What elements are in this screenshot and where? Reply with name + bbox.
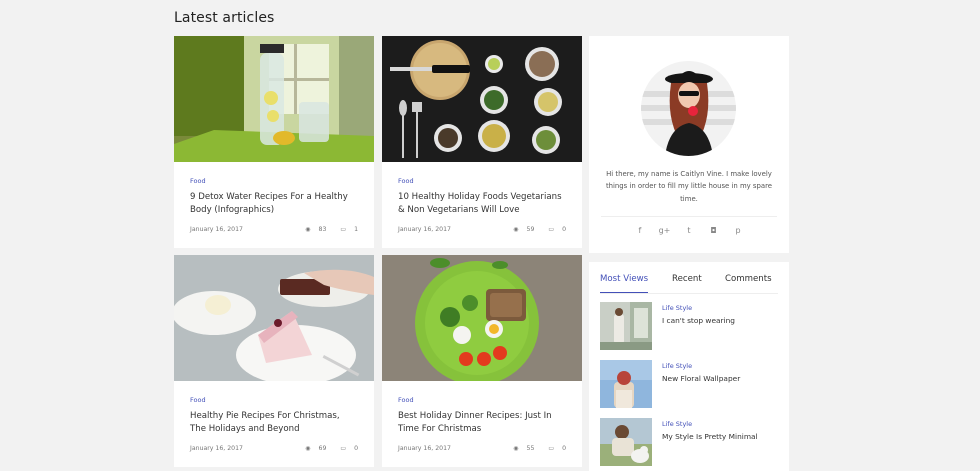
article-date: January 16, 2017 [398, 226, 451, 233]
post-thumbnail[interactable] [600, 360, 652, 408]
comments-count[interactable]: ▭ 0 [334, 445, 358, 452]
social-links: f g+ t ◘ p [589, 226, 789, 235]
comment-icon: ▭ [340, 445, 347, 452]
article-title[interactable]: 9 Detox Water Recipes For a Healthy Body… [190, 191, 358, 217]
popular-posts-widget: Most Views Recent Comments Life Style I … [589, 262, 789, 471]
article-date: January 16, 2017 [398, 445, 451, 452]
list-item[interactable]: Life Style My Style Is Pretty Minimal [600, 418, 780, 466]
article-date: January 16, 2017 [190, 445, 243, 452]
comment-icon: ▭ [548, 445, 555, 452]
post-title[interactable]: My Style Is Pretty Minimal [662, 432, 758, 441]
article-image[interactable] [382, 36, 582, 162]
list-item[interactable]: Life Style I can't stop wearing [600, 302, 780, 350]
post-category[interactable]: Life Style [662, 420, 692, 428]
eye-icon: ◉ [513, 445, 519, 452]
tab-bar: Most Views Recent Comments [600, 272, 778, 294]
profile-widget: Hi there, my name is Caitlyn Vine. I mak… [589, 36, 789, 253]
tab-recent[interactable]: Recent [672, 274, 702, 284]
article-category[interactable]: Food [398, 177, 566, 185]
twitter-icon[interactable]: t [678, 226, 700, 235]
post-category[interactable]: Life Style [662, 362, 692, 370]
tab-most-views[interactable]: Most Views [600, 274, 649, 293]
post-title[interactable]: I can't stop wearing [662, 316, 735, 325]
article-title[interactable]: Best Holiday Dinner Recipes: Just In Tim… [398, 410, 566, 436]
post-title[interactable]: New Floral Wallpaper [662, 374, 740, 383]
article-title[interactable]: Healthy Pie Recipes For Christmas, The H… [190, 410, 358, 436]
post-thumbnail[interactable] [600, 302, 652, 350]
tab-comments[interactable]: Comments [725, 274, 772, 284]
views-count: ◉ 59 [513, 226, 535, 233]
comments-count[interactable]: ▭ 0 [542, 445, 566, 452]
article-card[interactable]: Food Best Holiday Dinner Recipes: Just I… [382, 255, 582, 467]
article-image[interactable] [174, 36, 374, 162]
instagram-icon[interactable]: ◘ [703, 226, 725, 235]
article-image[interactable] [382, 255, 582, 381]
views-count: ◉ 55 [513, 445, 535, 452]
comment-icon: ▭ [340, 226, 347, 233]
divider [601, 216, 777, 217]
comments-count[interactable]: ▭ 0 [542, 226, 566, 233]
comment-icon: ▭ [548, 226, 555, 233]
article-category[interactable]: Food [190, 396, 358, 404]
avatar [641, 61, 736, 156]
eye-icon: ◉ [513, 226, 519, 233]
pinterest-icon[interactable]: p [727, 226, 749, 235]
list-item[interactable]: Life Style New Floral Wallpaper [600, 360, 780, 408]
article-date: January 16, 2017 [190, 226, 243, 233]
article-category[interactable]: Food [190, 177, 358, 185]
comments-count[interactable]: ▭ 1 [334, 226, 358, 233]
post-category[interactable]: Life Style [662, 304, 692, 312]
eye-icon: ◉ [305, 226, 311, 233]
profile-bio: Hi there, my name is Caitlyn Vine. I mak… [605, 170, 773, 203]
article-card[interactable]: Food 9 Detox Water Recipes For a Healthy… [174, 36, 374, 248]
article-image[interactable] [174, 255, 374, 381]
article-card[interactable]: Food 10 Healthy Holiday Foods Vegetarian… [382, 36, 582, 248]
eye-icon: ◉ [305, 445, 311, 452]
facebook-icon[interactable]: f [629, 226, 651, 235]
section-title: Latest articles [174, 10, 275, 26]
article-card[interactable]: Food Healthy Pie Recipes For Christmas, … [174, 255, 374, 467]
views-count: ◉ 69 [305, 445, 327, 452]
article-title[interactable]: 10 Healthy Holiday Foods Vegetarians & N… [398, 191, 566, 217]
google-plus-icon[interactable]: g+ [653, 226, 675, 235]
views-count: ◉ 83 [305, 226, 327, 233]
article-category[interactable]: Food [398, 396, 566, 404]
post-thumbnail[interactable] [600, 418, 652, 466]
